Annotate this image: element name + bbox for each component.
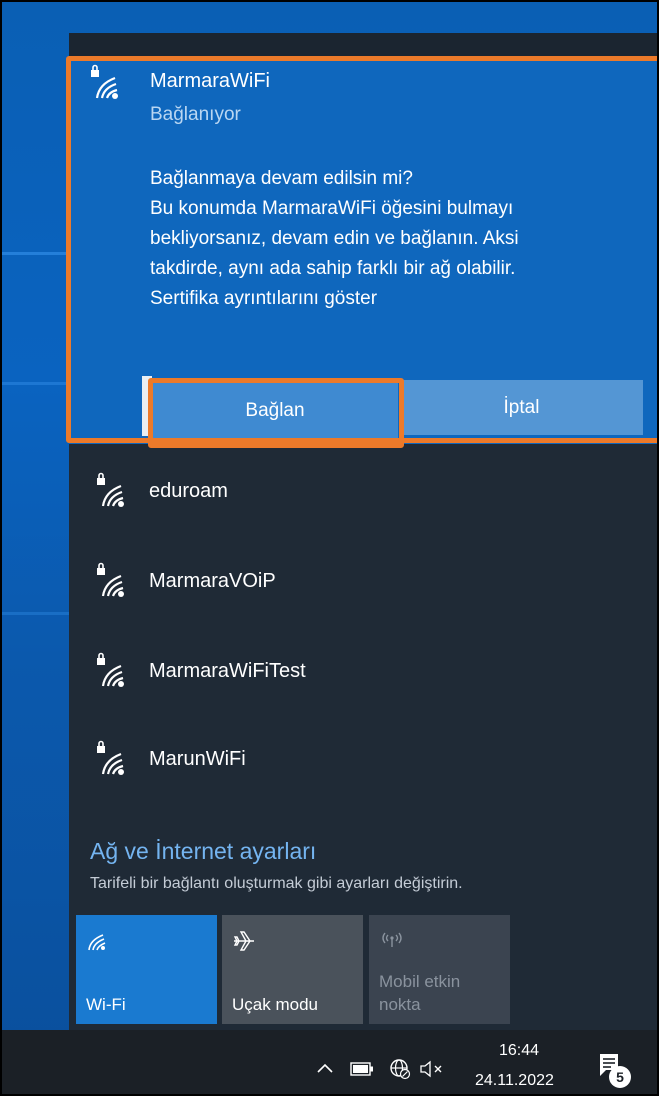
connection-message: Bağlanmaya devam edilsin mi? Bu konumda … <box>150 164 630 314</box>
secured-wifi-icon <box>97 472 124 507</box>
hotspot-icon <box>382 932 402 947</box>
secured-wifi-icon <box>97 740 124 775</box>
chevron-up-icon[interactable] <box>316 1062 334 1074</box>
network-item-eduroam[interactable]: eduroam <box>69 448 657 534</box>
button-edge <box>142 376 152 436</box>
selected-network-name: MarmaraWiFi <box>150 70 270 92</box>
hotspot-label-line: Mobil etkin <box>379 972 461 991</box>
clock-time[interactable]: 16:44 <box>499 1042 539 1060</box>
wallpaper-streak <box>2 382 67 385</box>
network-name: eduroam <box>149 480 228 502</box>
network-item-marmaravoip[interactable]: MarmaraVOiP <box>69 538 657 624</box>
airplane-tile-label: Uçak modu <box>232 995 318 1014</box>
hotspot-label-line: nokta <box>379 995 421 1014</box>
flyout-top-strip <box>69 33 657 57</box>
network-item-marunwifi[interactable]: MarunWiFi <box>69 716 657 802</box>
hotspot-tile-label: Mobil etkin nokta <box>379 970 460 1016</box>
secured-wifi-icon <box>97 652 124 687</box>
message-line: takdirde, aynı ada sahip farklı bir ağ o… <box>150 258 516 279</box>
network-name: MarmaraWiFiTest <box>149 660 306 682</box>
connect-button[interactable]: Bağlan <box>152 383 398 438</box>
wifi-icon <box>88 934 106 951</box>
network-settings-link[interactable]: Ağ ve İnternet ayarları <box>90 838 316 865</box>
network-name: MarmaraVOiP <box>149 570 276 592</box>
message-line: bekliyorsanız, devam edin ve bağlanın. A… <box>150 228 519 249</box>
network-name: MarunWiFi <box>149 748 246 770</box>
battery-icon[interactable] <box>350 1062 374 1076</box>
mobile-hotspot-tile[interactable]: Mobil etkin nokta <box>369 915 510 1024</box>
clock-date[interactable]: 24.11.2022 <box>475 1072 554 1090</box>
message-line: Bağlanmaya devam edilsin mi? <box>150 168 413 189</box>
network-settings-description: Tarifeli bir bağlantı oluşturmak gibi ay… <box>90 875 463 892</box>
wifi-toggle-tile[interactable]: Wi-Fi <box>76 915 217 1024</box>
wallpaper-streak <box>2 612 72 615</box>
connection-status: Bağlanıyor <box>150 104 241 125</box>
airplane-icon <box>233 931 254 951</box>
wallpaper-streak <box>2 252 72 255</box>
cancel-button[interactable]: İptal <box>400 380 643 435</box>
certificate-details-link[interactable]: Sertifika ayrıntılarını göster <box>150 284 630 314</box>
screen: MarmaraWiFi Bağlanıyor Bağlanmaya devam … <box>0 0 659 1096</box>
secured-wifi-icon <box>97 562 124 597</box>
wifi-tile-label: Wi-Fi <box>86 995 126 1014</box>
secured-wifi-icon <box>91 64 118 99</box>
volume-muted-icon[interactable] <box>419 1060 445 1078</box>
globe-icon[interactable] <box>389 1058 411 1080</box>
network-item-marmarawifitest[interactable]: MarmaraWiFiTest <box>69 628 657 714</box>
notification-count-badge: 5 <box>609 1066 631 1088</box>
airplane-mode-tile[interactable]: Uçak modu <box>222 915 363 1024</box>
message-line: Bu konumda MarmaraWiFi öğesini bulmayı <box>150 198 514 219</box>
